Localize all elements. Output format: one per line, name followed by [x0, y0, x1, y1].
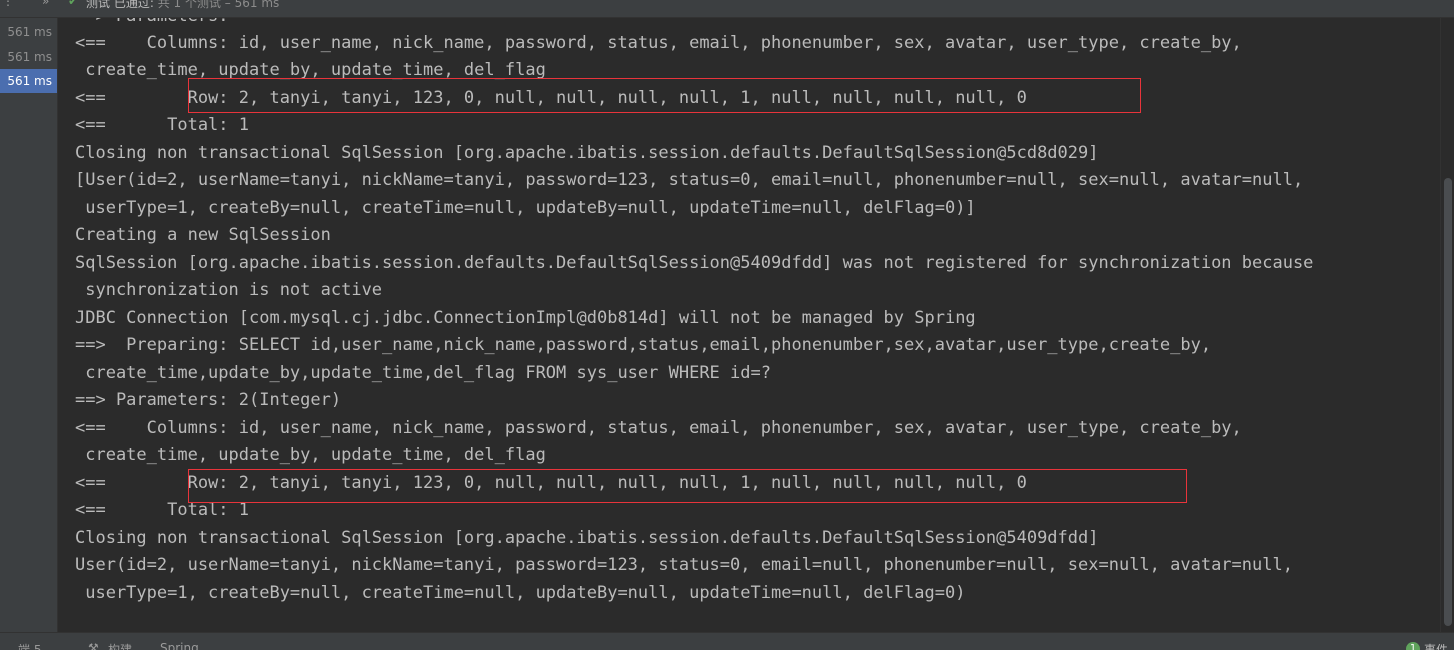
console-line: User(id=2, userName=tanyi, nickName=tany… [75, 555, 1293, 575]
console-scrollbar[interactable] [1440, 18, 1454, 632]
test-duration-item-selected[interactable]: 561 ms [0, 69, 57, 93]
console-output[interactable]: ==> Parameters: <== Columns: id, user_na… [58, 18, 1440, 632]
console-line: <== Total: 1 [75, 500, 249, 520]
console-line: <== Total: 1 [75, 115, 249, 135]
console-line: <== Row: 2, tanyi, tanyi, 123, 0, null, … [75, 88, 1027, 108]
test-count-label: 共 1 个测试 [157, 0, 221, 10]
console-line: Creating a new SqlSession [75, 225, 331, 245]
console-line: synchronization is not active [75, 280, 383, 300]
console-line: userType=1, createBy=null, createTime=nu… [75, 583, 966, 603]
console-line: JDBC Connection [com.mysql.cj.jdbc.Conne… [75, 308, 976, 328]
test-duration-item[interactable]: 561 ms [0, 45, 57, 69]
console-line: SqlSession [org.apache.ibatis.session.de… [75, 253, 1314, 273]
console-line: ==> Preparing: SELECT id,user_name,nick_… [75, 335, 1212, 355]
bottom-tool-window-bar: 端 5 ⚒ 构建 Spring 1 事件 [0, 632, 1454, 650]
test-passed-label: 测试 已通过: [86, 0, 154, 10]
test-status-text: 测试 已通过: 共 1 个测试 – 561 ms [86, 0, 279, 11]
test-status-bar: ⋮ » ✔ 测试 已通过: 共 1 个测试 – 561 ms [0, 0, 1454, 18]
more-icon[interactable]: ⋮ [2, 0, 14, 8]
test-duration-label: 561 ms [234, 0, 280, 10]
console-line: create_time, update_by, update_time, del… [75, 445, 546, 465]
console-line: create_time,update_by,update_time,del_fl… [75, 363, 771, 383]
console-line: ==> Parameters: 2(Integer) [75, 390, 342, 410]
expand-chevron-icon[interactable]: » [42, 0, 49, 8]
console-line: userType=1, createBy=null, createTime=nu… [75, 198, 976, 218]
console-line: [User(id=2, userName=tanyi, nickName=tan… [75, 170, 1304, 190]
console-line: Closing non transactional SqlSession [or… [75, 528, 1099, 548]
console-line: ==> Parameters: [75, 18, 229, 30]
console-line: Closing non transactional SqlSession [or… [75, 143, 1099, 163]
test-duration-item[interactable]: 561 ms [0, 20, 57, 44]
console-line: <== Columns: id, user_name, nick_name, p… [75, 418, 1242, 438]
console-line: <== Row: 2, tanyi, tanyi, 123, 0, null, … [75, 473, 1027, 493]
scrollbar-thumb[interactable] [1444, 178, 1452, 626]
test-tree-panel: 561 ms 561 ms 561 ms [0, 18, 58, 632]
console-line: <== Columns: id, user_name, nick_name, p… [75, 33, 1242, 53]
check-icon: ✔ [68, 0, 79, 8]
console-line: create_time, update_by, update_time, del… [75, 60, 546, 80]
